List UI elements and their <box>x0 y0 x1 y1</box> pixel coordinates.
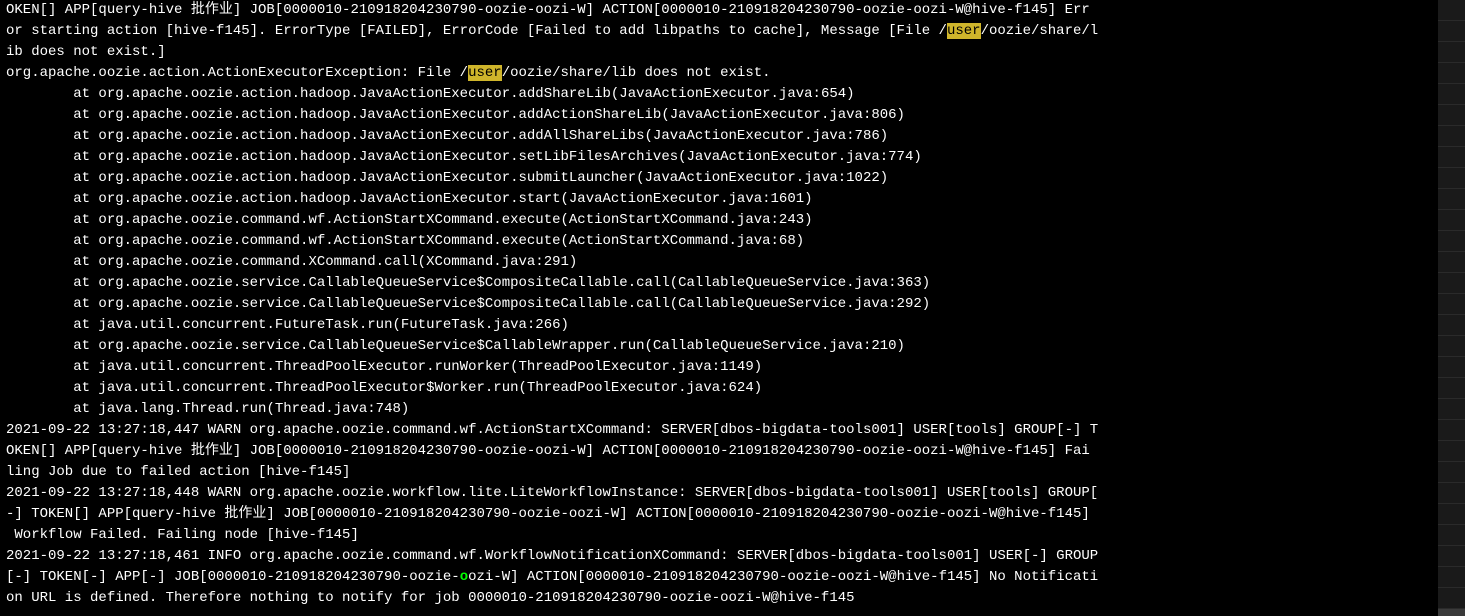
scrollbar-segment[interactable] <box>1438 441 1465 462</box>
scrollbar-segment[interactable] <box>1438 357 1465 378</box>
scrollbar-segment[interactable] <box>1438 525 1465 546</box>
scrollbar-segment[interactable] <box>1438 105 1465 126</box>
scrollbar-segment[interactable] <box>1438 378 1465 399</box>
scrollbar-segment[interactable] <box>1438 252 1465 273</box>
scrollbar-segment[interactable] <box>1438 147 1465 168</box>
scrollbar-segment[interactable] <box>1438 189 1465 210</box>
scrollbar-segment[interactable] <box>1438 546 1465 567</box>
scrollbar-segment[interactable] <box>1438 294 1465 315</box>
scrollbar-segment[interactable] <box>1438 168 1465 189</box>
scrollbar-segment[interactable] <box>1438 567 1465 588</box>
scrollbar-segment[interactable] <box>1438 315 1465 336</box>
scrollbar-segment[interactable] <box>1438 84 1465 105</box>
scrollbar-segment[interactable] <box>1438 483 1465 504</box>
terminal-output[interactable]: OKEN[] APP[query-hive 批作业] JOB[0000010-2… <box>0 0 1438 616</box>
search-highlight: user <box>947 23 981 39</box>
scrollbar-segment[interactable] <box>1438 462 1465 483</box>
scrollbar-segment[interactable] <box>1438 399 1465 420</box>
scrollbar-track[interactable] <box>1438 0 1465 616</box>
cursor: o <box>460 569 468 585</box>
scrollbar-segment[interactable] <box>1438 504 1465 525</box>
scrollbar-segment[interactable] <box>1438 126 1465 147</box>
scrollbar-segment[interactable] <box>1438 420 1465 441</box>
scrollbar-segment[interactable] <box>1438 21 1465 42</box>
scrollbar-segment[interactable] <box>1438 336 1465 357</box>
scrollbar-segment[interactable] <box>1438 42 1465 63</box>
scrollbar-segment[interactable] <box>1438 273 1465 294</box>
scrollbar-segment[interactable] <box>1438 0 1465 21</box>
scrollbar-segment[interactable] <box>1438 63 1465 84</box>
scrollbar[interactable] <box>1438 0 1465 616</box>
log-content: OKEN[] APP[query-hive 批作业] JOB[0000010-2… <box>6 0 1432 609</box>
scrollbar-segment[interactable] <box>1438 588 1465 609</box>
search-highlight: user <box>468 65 502 81</box>
scrollbar-segment[interactable] <box>1438 210 1465 231</box>
scrollbar-segment[interactable] <box>1438 231 1465 252</box>
